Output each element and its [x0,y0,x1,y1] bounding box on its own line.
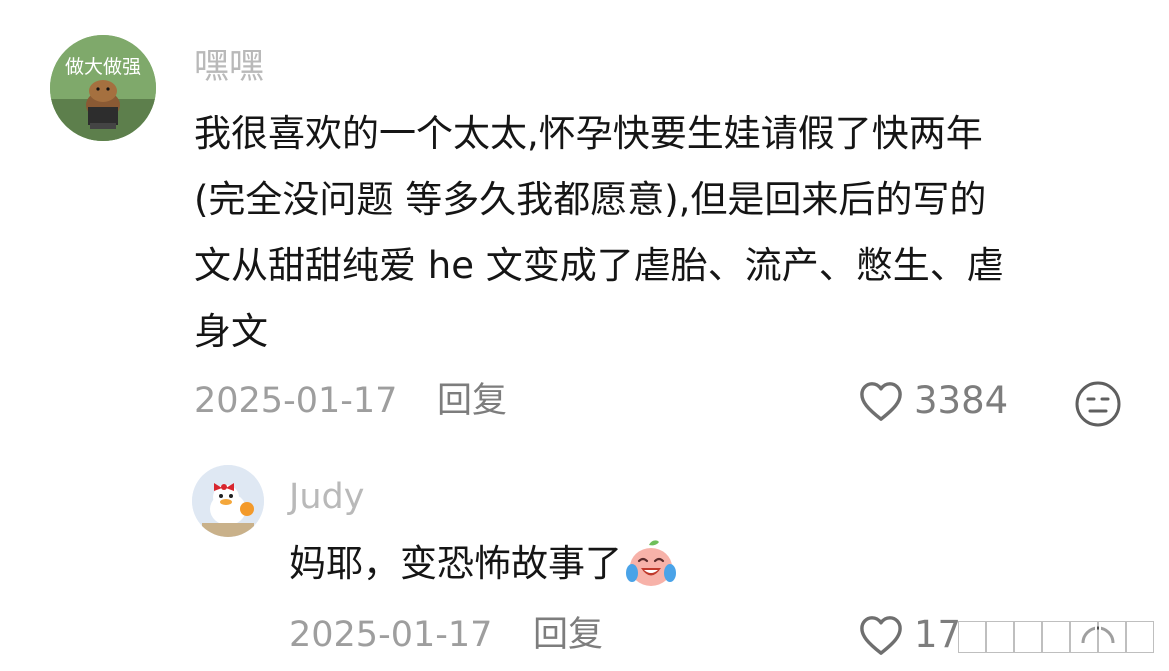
reply-text: 妈耶，变恐怖故事了 [289,542,622,585]
reply-like-count: 17 [914,613,962,656]
reply-username[interactable]: Judy [289,477,364,517]
avatar-caption: 做大做强 [65,56,141,78]
neutral-face-icon[interactable] [1074,380,1122,428]
avatar-image: 做大做强 [50,35,156,141]
watermark-glyph [1043,622,1069,652]
watermark-glyph [987,622,1013,652]
reply-button[interactable]: 回复 [437,381,507,421]
reply-like-button[interactable]: 17 [858,614,961,656]
watermark-glyph [1127,622,1153,652]
comment-text-line: 我很喜欢的一个太太,怀孕快要生娃请假了快两年 [194,112,983,155]
comment-date: 2025-01-17 [194,381,398,421]
reply-date: 2025-01-17 [289,615,493,655]
watermark-glyph [1071,622,1097,652]
like-count: 3384 [914,379,1009,422]
reply-avatar-image [192,465,264,537]
watermark-glyph [959,622,985,652]
avatar[interactable]: 做大做强 [50,35,156,141]
comment-body: 我很喜欢的一个太太,怀孕快要生娃请假了快两年 (完全没问题 等多久我都愿意),但… [194,101,1124,365]
watermark [959,617,1153,657]
reply-body: 妈耶，变恐怖故事了 [289,536,678,592]
comment-text-line: 身文 [194,310,268,353]
comment-text-line: 文从甜甜纯爱 he 文变成了虐胎、流产、憋生、虐 [194,244,1004,287]
heart-outline-icon [860,616,902,655]
crying-laughing-emoji-icon [626,540,676,586]
watermark-glyph [1015,622,1041,652]
heart-outline-icon [860,382,902,421]
comment-text-line: (完全没问题 等多久我都愿意),但是回来后的写的 [194,178,987,221]
comment-username[interactable]: 嘿嘿 [194,47,264,87]
reply-reply-button[interactable]: 回复 [533,615,603,655]
watermark-glyph [1099,622,1125,652]
reply-avatar[interactable] [192,465,264,537]
like-button[interactable]: 3384 [858,380,1008,422]
